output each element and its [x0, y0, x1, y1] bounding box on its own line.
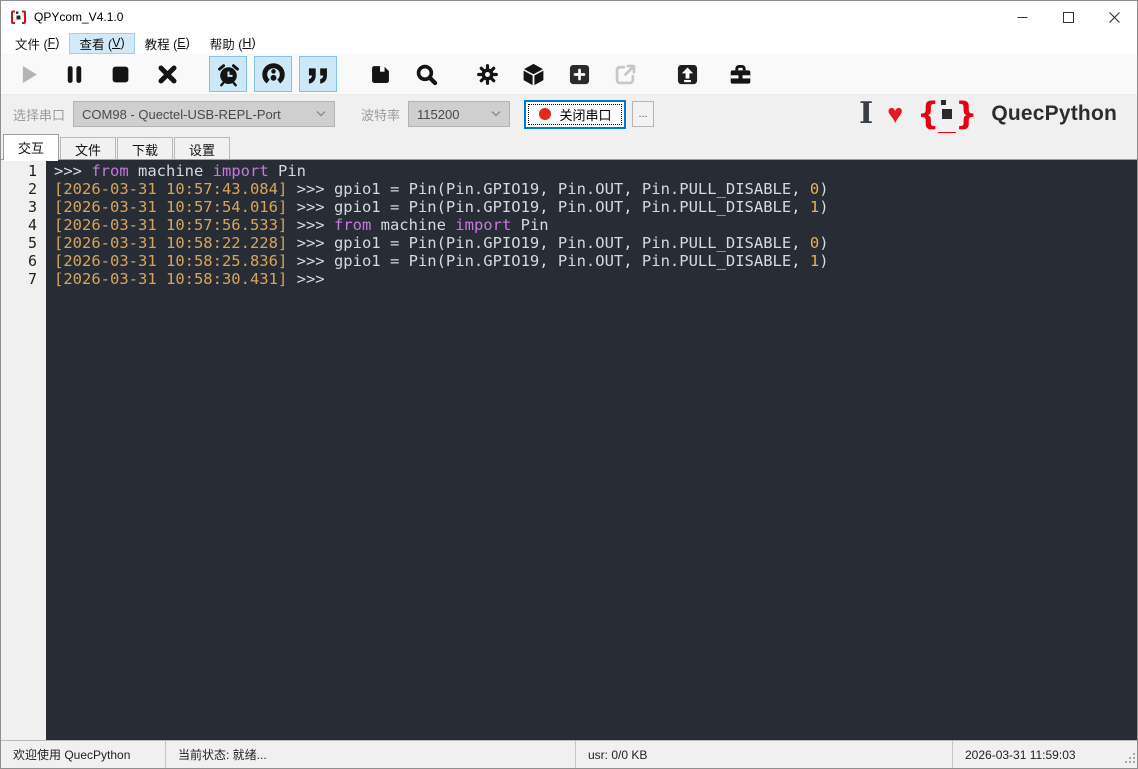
terminal-output[interactable]: >>> from machine import Pin [2026-03-31 1… — [46, 160, 1137, 740]
menu-bar: 文件 (F) 查看 (V) 教程 (E) 帮助 (H) — [1, 33, 1137, 54]
menu-item-h[interactable]: 帮助 (H) — [200, 33, 266, 54]
more-options-button[interactable]: ... — [632, 101, 655, 127]
save-icon — [367, 61, 394, 88]
terminal-line: [2026-03-31 10:58:22.228] >>> gpio1 = Pi… — [54, 234, 829, 252]
line-number: 5 — [27, 234, 37, 252]
app-logo-icon — [10, 9, 27, 26]
settings-button[interactable] — [468, 56, 506, 92]
hex-mode-icon — [260, 61, 287, 88]
maximize-button[interactable] — [1045, 1, 1091, 33]
line-number: 2 — [27, 180, 37, 198]
play-icon — [15, 61, 42, 88]
terminal-line: [2026-03-31 10:57:43.084] >>> gpio1 = Pi… — [54, 180, 829, 198]
status-usr-size: usr: 0/0 KB — [576, 741, 953, 768]
line-number: 3 — [27, 198, 37, 216]
echo-toggle-button[interactable] — [299, 56, 337, 92]
search-button[interactable] — [407, 56, 445, 92]
chevron-down-icon — [308, 109, 326, 120]
title-bar: QPYcom_V4.1.0 — [1, 1, 1137, 33]
close-port-button[interactable]: 关闭串口 — [524, 99, 627, 129]
port-status-icon — [538, 108, 551, 120]
pause-button[interactable] — [55, 56, 93, 92]
stop-icon — [107, 61, 134, 88]
brand-name: QuecPython — [991, 102, 1117, 125]
line-number: 7 — [27, 270, 37, 288]
upload-icon — [674, 61, 701, 88]
minimize-button[interactable] — [999, 1, 1045, 33]
app-window: QPYcom_V4.1.0 文件 (F) 查看 (V) 教程 (E) 帮助 (H) 选… — [0, 0, 1138, 769]
alarm-clock-icon — [215, 61, 242, 88]
status-welcome: 欢迎使用 QuecPython — [1, 741, 166, 768]
line-number-gutter: 1234567 — [1, 160, 46, 740]
search-icon — [413, 61, 440, 88]
maximize-icon — [1062, 11, 1074, 23]
status-bar: 欢迎使用 QuecPython 当前状态: 就绪... usr: 0/0 KB … — [1, 740, 1137, 768]
status-state: 当前状态: 就绪... — [166, 741, 576, 768]
repl-terminal[interactable]: 1234567 >>> from machine import Pin [2026… — [1, 160, 1137, 740]
plus-square-icon — [566, 61, 593, 88]
chevron-down-icon — [483, 109, 501, 120]
brand-letter-i: I — [859, 96, 874, 131]
toolbox-icon — [727, 61, 754, 88]
heart-icon: ♥ — [887, 98, 904, 129]
quecpython-logo-icon: { } — [917, 94, 977, 135]
line-number: 1 — [27, 162, 37, 180]
baud-select[interactable]: 115200 — [408, 101, 511, 127]
close-button[interactable] — [1091, 1, 1137, 33]
package-button[interactable] — [514, 56, 552, 92]
upload-button[interactable] — [668, 56, 706, 92]
tab-1[interactable]: 交互 — [3, 134, 60, 161]
tab-3[interactable]: 下载 — [117, 137, 174, 160]
close-port-label: 关闭串口 — [559, 107, 612, 123]
terminal-line: [2026-03-31 10:57:56.533] >>> from machi… — [54, 216, 549, 234]
tab-2[interactable]: 文件 — [60, 137, 117, 160]
toolbar — [1, 54, 1137, 95]
save-log-button[interactable] — [361, 56, 399, 92]
port-label: 选择串口 — [13, 107, 66, 123]
menu-item-e[interactable]: 教程 (E) — [135, 33, 200, 54]
tab-bar: 交互 文件 下载 设置 — [1, 133, 1137, 161]
resize-grip[interactable] — [1125, 752, 1135, 766]
stop-button[interactable] — [101, 56, 139, 92]
baud-select-value: 115200 — [417, 106, 460, 122]
line-number: 4 — [27, 216, 37, 234]
run-button — [9, 56, 47, 92]
menu-item-f[interactable]: 文件 (F) — [5, 33, 69, 54]
status-time: 2026-03-31 11:59:03 — [965, 747, 1076, 762]
cross-icon — [154, 61, 181, 88]
toolbox-button[interactable] — [721, 56, 759, 92]
baud-label: 波特率 — [361, 107, 401, 123]
clear-button[interactable] — [148, 56, 186, 92]
export-button — [606, 56, 644, 92]
hex-mode-toggle-button[interactable] — [254, 56, 292, 92]
port-select-value: COM98 - Quectel-USB-REPL-Port — [82, 106, 281, 122]
gear-icon — [474, 61, 501, 88]
export-icon — [612, 61, 639, 88]
pause-icon — [61, 61, 88, 88]
brand-area: I ♥ { } QuecPython — [859, 94, 1127, 135]
terminal-line: [2026-03-31 10:57:54.016] >>> gpio1 = Pi… — [54, 198, 829, 216]
menu-item-v[interactable]: 查看 (V) — [69, 33, 135, 54]
close-icon — [1108, 11, 1120, 23]
port-bar: 选择串口 COM98 - Quectel-USB-REPL-Port 波特率 1… — [1, 94, 1137, 135]
quotes-icon — [305, 61, 332, 88]
add-button[interactable] — [560, 56, 598, 92]
line-number: 6 — [27, 252, 37, 270]
terminal-line: >>> from machine import Pin — [54, 162, 306, 180]
package-icon — [520, 61, 547, 88]
window-title: QPYcom_V4.1.0 — [34, 10, 124, 24]
minimize-icon — [1017, 16, 1027, 18]
terminal-line: [2026-03-31 10:58:30.431] >>> — [54, 270, 325, 288]
timestamp-toggle-button[interactable] — [209, 56, 247, 92]
terminal-line: [2026-03-31 10:58:25.836] >>> gpio1 = Pi… — [54, 252, 829, 270]
port-select[interactable]: COM98 - Quectel-USB-REPL-Port — [73, 101, 336, 127]
tab-4[interactable]: 设置 — [174, 137, 231, 160]
